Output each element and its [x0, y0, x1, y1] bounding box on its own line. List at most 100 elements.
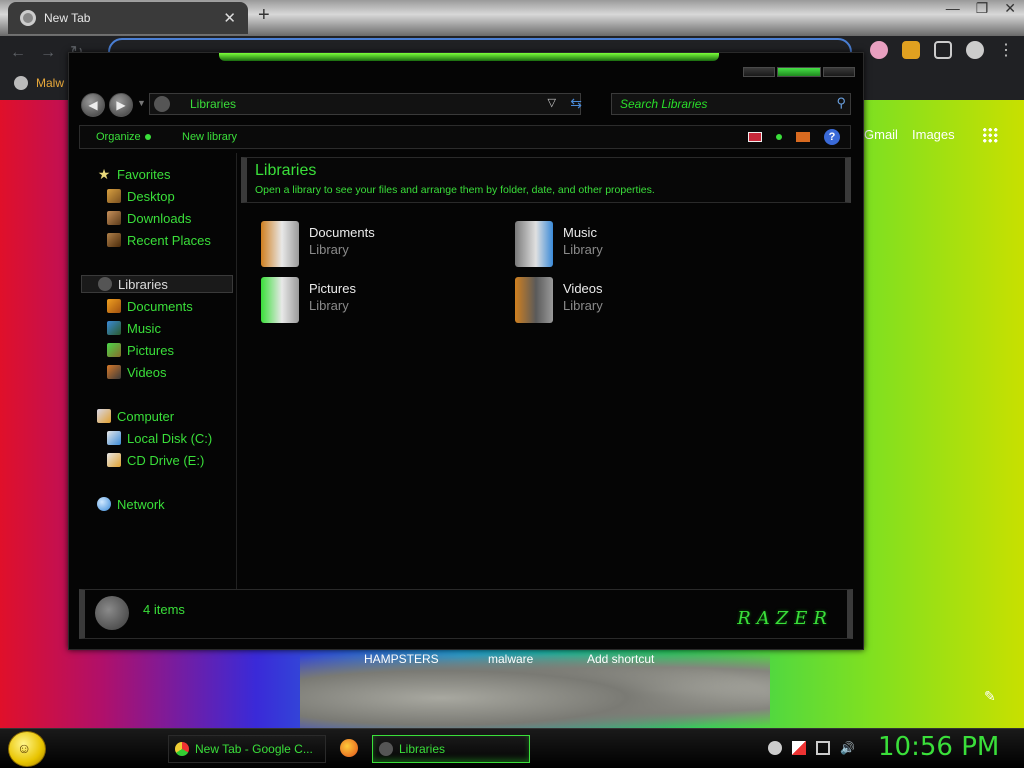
- shortcut-add[interactable]: Add shortcut: [587, 652, 654, 666]
- library-header: Libraries Open a library to see your fil…: [241, 157, 851, 203]
- recent-pages-dropdown-icon[interactable]: ▼: [137, 98, 146, 108]
- library-music[interactable]: Music Library: [515, 221, 715, 269]
- library-name: Documents: [309, 225, 375, 240]
- page-subtitle: Open a library to see your files and arr…: [255, 184, 655, 196]
- explorer-minimize-button[interactable]: [743, 67, 775, 77]
- music-library-icon: [515, 221, 553, 267]
- forward-button[interactable]: ▶: [109, 93, 133, 117]
- organize-button[interactable]: Organize: [96, 131, 151, 143]
- refresh-icon[interactable]: ⇆: [570, 95, 582, 112]
- nav-downloads[interactable]: Downloads: [107, 209, 191, 227]
- nav-libraries[interactable]: Libraries: [81, 275, 233, 293]
- item-count: 4 items: [143, 602, 185, 617]
- nav-favorites-label: Favorites: [117, 166, 171, 182]
- library-name: Pictures: [309, 281, 356, 296]
- bookmark-item[interactable]: Malw: [14, 76, 64, 90]
- system-tray: 🔊: [768, 741, 855, 755]
- nav-music-label: Music: [127, 320, 161, 336]
- new-tab-button[interactable]: +: [258, 4, 270, 27]
- nav-computer[interactable]: Computer: [97, 407, 174, 425]
- taskbar: ☺ New Tab - Google C... Libraries 🔊: [0, 728, 1024, 768]
- more-options-icon[interactable]: [776, 134, 782, 140]
- nav-desktop[interactable]: Desktop: [107, 187, 175, 205]
- library-name: Music: [563, 225, 597, 240]
- nav-documents-label: Documents: [127, 298, 193, 314]
- firefox-icon[interactable]: [340, 739, 358, 757]
- explorer-close-button[interactable]: [823, 67, 855, 77]
- nav-favorites[interactable]: ★ Favorites: [97, 165, 171, 183]
- computer-icon: [97, 409, 111, 423]
- bookmark-label: Malw: [36, 76, 65, 90]
- tab-title: New Tab: [44, 11, 91, 25]
- images-link[interactable]: Images: [912, 127, 955, 142]
- hard-disk-icon: [107, 431, 121, 445]
- pencil-icon[interactable]: ✎: [984, 688, 996, 705]
- tray-smiley-icon[interactable]: [768, 741, 782, 755]
- apps-grid-icon[interactable]: [982, 127, 998, 143]
- smiley-icon: ☺: [17, 740, 32, 756]
- taskbar-libraries[interactable]: Libraries: [372, 735, 530, 763]
- taskbar-chrome-label: New Tab - Google C...: [195, 742, 313, 756]
- menu-icon[interactable]: ⋮: [998, 40, 1014, 60]
- shortcut-hampsters[interactable]: HAMPSTERS: [364, 652, 439, 666]
- nav-pictures[interactable]: Pictures: [107, 341, 174, 359]
- profile-flag-icon[interactable]: [870, 41, 888, 59]
- documents-icon: [107, 299, 121, 313]
- volume-icon[interactable]: 🔊: [840, 741, 855, 755]
- side-panel-icon[interactable]: [934, 41, 952, 59]
- library-videos[interactable]: Videos Library: [515, 277, 715, 325]
- new-library-button[interactable]: New library: [182, 131, 237, 143]
- chrome-icon: [175, 742, 189, 756]
- libraries-large-icon: [95, 596, 129, 630]
- minimize-icon[interactable]: —: [946, 0, 960, 17]
- libraries-icon: [379, 742, 393, 756]
- start-button[interactable]: ☺: [8, 731, 46, 767]
- library-type: Library: [563, 242, 603, 257]
- network-tray-icon[interactable]: [816, 741, 830, 755]
- search-icon[interactable]: ⚲: [836, 95, 846, 111]
- nav-documents[interactable]: Documents: [107, 297, 193, 315]
- library-pictures[interactable]: Pictures Library: [261, 277, 461, 325]
- tab-close-icon[interactable]: ✕: [223, 9, 236, 27]
- address-bar[interactable]: Libraries ▽ ⇆: [149, 93, 582, 115]
- address-dropdown-icon[interactable]: ▽: [548, 96, 556, 109]
- nav-cd-drive[interactable]: CD Drive (E:): [107, 451, 204, 469]
- shortcut-malware[interactable]: malware: [488, 652, 533, 666]
- nav-local-disk[interactable]: Local Disk (C:): [107, 429, 212, 447]
- network-icon: [97, 497, 111, 511]
- nav-desktop-label: Desktop: [127, 188, 175, 204]
- close-icon[interactable]: ✕: [1004, 0, 1016, 17]
- help-icon[interactable]: ?: [824, 129, 840, 145]
- clock[interactable]: 10:56 PM: [878, 732, 999, 762]
- nav-network[interactable]: Network: [97, 495, 165, 513]
- nav-network-label: Network: [117, 496, 165, 512]
- action-center-flag-icon[interactable]: [792, 741, 806, 755]
- navigation-pane: ★ Favorites Desktop Downloads Recent Pla…: [79, 153, 237, 589]
- toolbar-actions: ⋮: [870, 40, 1014, 60]
- preview-pane-icon[interactable]: [796, 132, 810, 142]
- globe-icon: [14, 76, 28, 90]
- nav-downloads-label: Downloads: [127, 210, 192, 226]
- restore-icon[interactable]: ❐: [976, 0, 989, 17]
- library-name: Videos: [563, 281, 603, 296]
- window-controls: — ❐ ✕: [946, 0, 1016, 17]
- nav-recent-places[interactable]: Recent Places: [107, 231, 211, 249]
- change-view-icon[interactable]: [748, 132, 762, 142]
- library-type: Library: [309, 298, 349, 313]
- chrome-tabstrip: New Tab ✕ + — ❐ ✕: [0, 0, 1024, 36]
- back-button[interactable]: ◀: [81, 93, 105, 117]
- nav-videos[interactable]: Videos: [107, 363, 167, 381]
- explorer-window: ◀ ▶ ▼ Libraries ▽ ⇆ ⚲ Organize New libra…: [68, 52, 864, 650]
- explorer-maximize-button[interactable]: [777, 67, 821, 77]
- search-input[interactable]: [620, 97, 820, 111]
- command-bar-icons: ?: [748, 129, 840, 145]
- nav-music[interactable]: Music: [107, 319, 161, 337]
- library-documents[interactable]: Documents Library: [261, 221, 461, 269]
- taskbar-chrome[interactable]: New Tab - Google C...: [168, 735, 326, 763]
- chrome-tab-new-tab[interactable]: New Tab ✕: [8, 2, 248, 34]
- gmail-link[interactable]: Gmail: [864, 127, 898, 142]
- avatar[interactable]: [966, 41, 984, 59]
- extensions-icon[interactable]: [902, 41, 920, 59]
- search-box[interactable]: ⚲: [611, 93, 851, 115]
- documents-library-icon: [261, 221, 299, 267]
